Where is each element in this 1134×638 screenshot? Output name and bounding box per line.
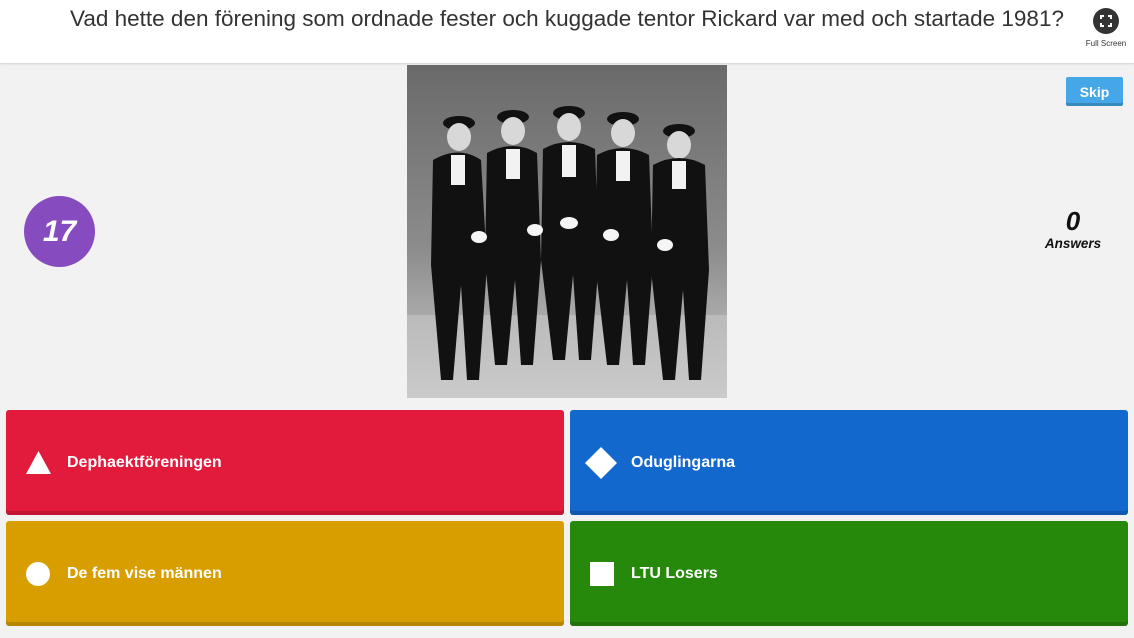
- diamond-icon: [584, 446, 618, 480]
- answers-count-label: Answers: [1044, 236, 1102, 251]
- answer-option-label: LTU Losers: [631, 565, 718, 582]
- answers-counter: 0 Answers: [1040, 206, 1106, 252]
- answer-option-red[interactable]: Dephaektföreningen: [6, 410, 564, 515]
- answer-option-label: De fem vise männen: [67, 565, 222, 582]
- fullscreen-icon: [1093, 8, 1119, 34]
- question-image: [407, 65, 727, 398]
- question-text: Vad hette den förening som ordnade feste…: [70, 6, 1064, 31]
- fullscreen-button[interactable]: Full Screen: [1082, 6, 1130, 58]
- answer-option-yellow[interactable]: De fem vise männen: [6, 521, 564, 626]
- fullscreen-label: Full Screen: [1085, 39, 1127, 48]
- answer-option-label: Oduglingarna: [631, 454, 735, 471]
- square-icon: [590, 562, 614, 586]
- answer-option-label: Dephaektföreningen: [67, 454, 222, 471]
- skip-button[interactable]: Skip: [1066, 77, 1123, 106]
- answers-count-value: 0: [1065, 206, 1081, 236]
- circle-icon: [25, 561, 51, 587]
- answer-option-blue[interactable]: Oduglingarna: [570, 410, 1128, 515]
- question-header: Vad hette den förening som ordnade feste…: [0, 0, 1134, 64]
- answer-option-green[interactable]: LTU Losers: [570, 521, 1128, 626]
- triangle-icon: [25, 449, 52, 476]
- countdown-timer: 17: [24, 196, 95, 267]
